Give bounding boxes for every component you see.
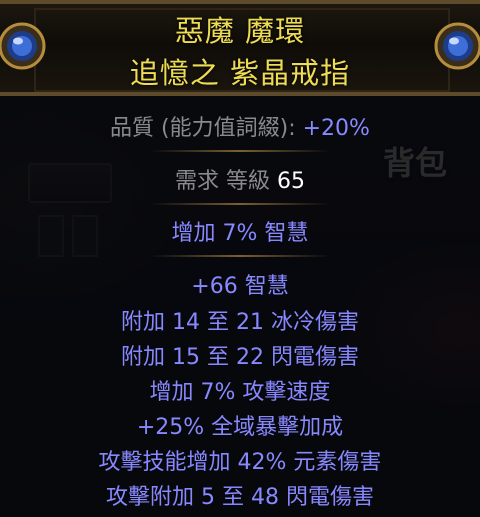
quality-label: 品質 (能力值詞綴): bbox=[110, 116, 296, 141]
quality-line: 品質 (能力值詞綴): +20% bbox=[0, 110, 480, 142]
explicit-mod: 攻擊附加 5 至 48 閃電傷害 bbox=[106, 485, 374, 510]
quality-value: +20% bbox=[302, 116, 370, 141]
implicit-mod: 增加 7% 智慧 bbox=[171, 221, 309, 246]
item-base-type: 追憶之 紫晶戒指 bbox=[129, 56, 351, 90]
explicit-mod: 附加 14 至 21 冰冷傷害 bbox=[121, 310, 359, 335]
requires-value: 65 bbox=[277, 169, 305, 194]
separator bbox=[150, 203, 330, 205]
explicit-mod: +25% 全域暴擊加成 bbox=[136, 415, 344, 440]
requirements-line: 需求 等級 65 bbox=[0, 163, 480, 195]
requires-label: 需求 等級 bbox=[175, 169, 270, 194]
explicit-mod: +66 智慧 bbox=[191, 274, 289, 299]
item-tooltip: 惡魔 魔環 追憶之 紫晶戒指 品質 (能力值詞綴): +20% 需求 等級 65… bbox=[0, 0, 480, 517]
explicit-mod: 攻擊技能增加 42% 元素傷害 bbox=[98, 450, 382, 475]
separator bbox=[150, 255, 330, 257]
tooltip-header: 惡魔 魔環 追憶之 紫晶戒指 bbox=[0, 0, 480, 96]
item-name: 惡魔 魔環 bbox=[174, 14, 306, 48]
explicit-mod: 增加 7% 攻擊速度 bbox=[149, 380, 331, 405]
explicit-mod: 附加 15 至 22 閃電傷害 bbox=[121, 345, 359, 370]
separator bbox=[150, 150, 330, 152]
